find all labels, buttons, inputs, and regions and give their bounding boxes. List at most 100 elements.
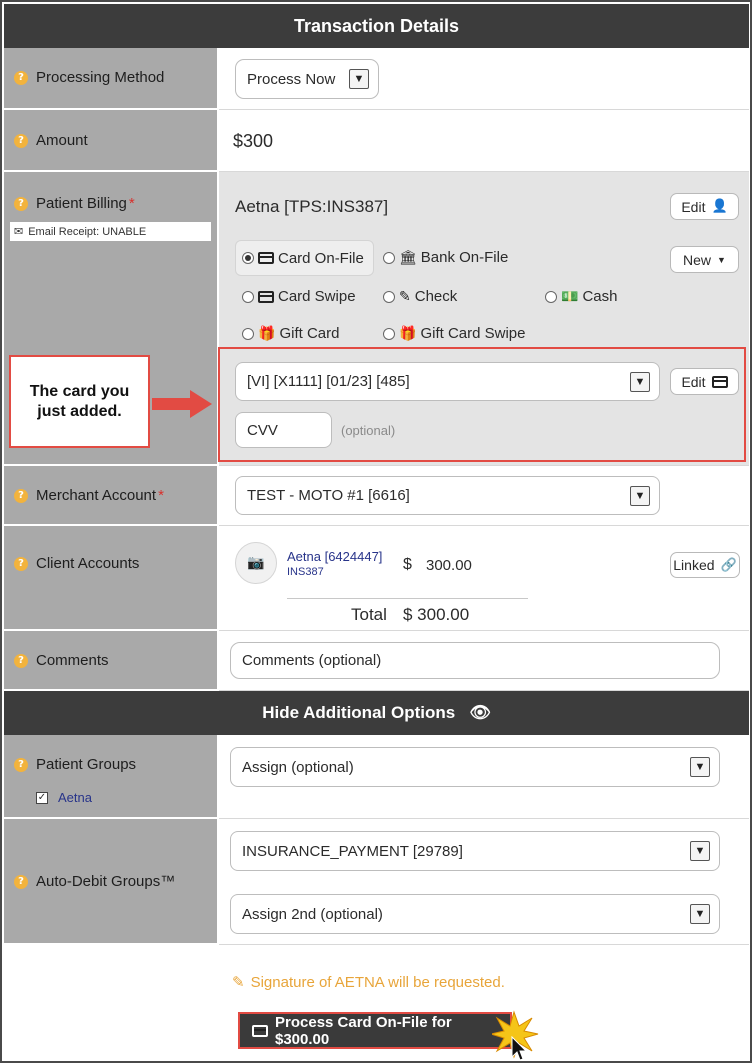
- page-title: Transaction Details: [293, 15, 460, 36]
- process-card-label: Process Card On-File for $300.00: [275, 1013, 452, 1048]
- client-accounts-label: Client Accounts: [36, 555, 140, 572]
- processing-method-label-cell: ? Processing Method: [4, 48, 217, 110]
- option-bank-on-file[interactable]: 🏛 Bank On-File: [383, 249, 508, 266]
- amount-value: $300: [233, 131, 274, 151]
- hide-additional-options-toggle[interactable]: Hide Additional Options 👁: [4, 691, 749, 735]
- patient-groups-value-cell: Assign (optional) ▼: [219, 735, 749, 819]
- user-icon: 👤: [711, 199, 728, 214]
- radio-gift-card-swipe[interactable]: [383, 327, 395, 340]
- annotation-callout: The card you just added.: [9, 355, 150, 448]
- chevron-down-icon[interactable]: ▼: [690, 841, 710, 861]
- total-label: Total: [351, 605, 387, 624]
- processing-method-label: Processing Method: [36, 69, 165, 86]
- email-receipt-text: Email Receipt: UNABLE: [28, 225, 147, 238]
- processing-method-select[interactable]: Process Now ▼: [235, 59, 379, 99]
- signature-note-text: Signature of AETNA will be requested.: [250, 973, 505, 991]
- new-billing-button[interactable]: New ▼: [670, 246, 739, 273]
- group-checkbox[interactable]: ✓: [36, 791, 48, 804]
- help-icon[interactable]: ?: [14, 653, 28, 668]
- option-gift-card[interactable]: 🎁 Gift Card: [242, 325, 339, 342]
- link-icon: 🔗: [720, 557, 737, 573]
- help-icon[interactable]: ?: [14, 874, 28, 889]
- auto-debit-primary-select[interactable]: INSURANCE_PAYMENT [29789] ▼: [230, 831, 720, 871]
- linked-button[interactable]: Linked 🔗: [670, 552, 740, 578]
- total-value: $ 300.00: [403, 605, 470, 624]
- option-gift-card-swipe[interactable]: 🎁 Gift Card Swipe: [383, 325, 525, 342]
- eye-icon[interactable]: 👁: [469, 703, 491, 723]
- hide-additional-options-label: Hide Additional Options: [262, 703, 456, 722]
- processing-method-value-cell: Process Now ▼: [219, 48, 749, 110]
- chevron-down-icon[interactable]: ▼: [690, 757, 710, 777]
- signature-note: ✎ Signature of AETNA will be requested.: [232, 973, 505, 991]
- email-receipt-badge: ✉ Email Receipt: UNABLE: [10, 222, 211, 241]
- option-cash-label: Cash: [582, 288, 618, 305]
- help-icon[interactable]: ?: [14, 196, 28, 211]
- auto-debit-secondary-select[interactable]: Assign 2nd (optional) ▼: [230, 894, 720, 934]
- patient-billing-label: Patient Billing: [36, 195, 127, 212]
- total-divider: [287, 598, 528, 599]
- client-account-amount: 300.00: [426, 557, 472, 574]
- client-account-link[interactable]: Aetna [6424447]: [287, 549, 382, 564]
- edit-billing-button[interactable]: Edit 👤: [670, 193, 739, 220]
- arrow-right-icon: [190, 390, 212, 418]
- radio-cash[interactable]: [545, 290, 557, 303]
- client-accounts-value-cell: [219, 526, 749, 631]
- merchant-account-label-cell: ? Merchant Account *: [4, 466, 217, 526]
- patient-groups-select[interactable]: Assign (optional) ▼: [230, 747, 720, 787]
- patient-groups-label: Patient Groups: [36, 756, 137, 773]
- client-accounts-label-cell: ? Client Accounts: [4, 526, 217, 631]
- transaction-details-header: Transaction Details: [4, 4, 749, 48]
- process-card-button[interactable]: Process Card On-File for $300.00: [238, 1012, 512, 1049]
- chevron-down-icon[interactable]: ▼: [690, 904, 710, 924]
- auto-debit-groups-value-cell: INSURANCE_PAYMENT [29789] ▼ Assign 2nd (…: [219, 819, 749, 945]
- option-card-swipe[interactable]: Card Swipe: [242, 288, 356, 305]
- radio-gift-card[interactable]: [242, 327, 254, 340]
- transaction-details-panel: Transaction Details ? Processing Method …: [0, 0, 752, 1063]
- radio-check[interactable]: [383, 290, 395, 303]
- help-icon[interactable]: ?: [14, 488, 28, 503]
- help-icon[interactable]: ?: [14, 133, 28, 148]
- option-gift-card-swipe-label: Gift Card Swipe: [420, 325, 526, 342]
- linked-label: Linked: [673, 557, 715, 573]
- auto-debit-primary-value: INSURANCE_PAYMENT [29789]: [242, 842, 463, 860]
- gift-icon: 🎁: [399, 325, 417, 342]
- radio-card-swipe[interactable]: [242, 290, 254, 303]
- comments-value-cell: Comments (optional): [219, 631, 749, 691]
- option-check-label: Check: [414, 288, 458, 305]
- pencil-icon: ✎: [232, 973, 245, 991]
- merchant-account-value: TEST - MOTO #1 [6616]: [247, 487, 410, 504]
- card-highlight-box: [218, 347, 746, 462]
- credit-card-icon: [252, 1024, 268, 1037]
- help-icon[interactable]: ?: [14, 556, 28, 571]
- money-icon: 💵: [561, 288, 579, 305]
- merchant-account-select[interactable]: TEST - MOTO #1 [6616] ▼: [235, 476, 660, 515]
- comments-label-cell: ? Comments: [4, 631, 217, 691]
- amount-label-cell: ? Amount: [4, 110, 217, 172]
- option-cash[interactable]: 💵 Cash: [545, 288, 617, 305]
- merchant-account-label: Merchant Account: [36, 487, 157, 504]
- help-icon[interactable]: ?: [14, 70, 28, 85]
- required-asterisk: *: [128, 195, 135, 212]
- comments-input[interactable]: Comments (optional): [230, 642, 720, 679]
- merchant-account-value-cell: TEST - MOTO #1 [6616] ▼: [219, 466, 749, 526]
- patient-groups-value: Assign (optional): [242, 758, 354, 776]
- chevron-down-icon[interactable]: ▼: [630, 485, 650, 506]
- required-asterisk: *: [158, 487, 164, 504]
- patient-groups-label-cell: ? Patient Groups ✓ Aetna: [4, 735, 217, 819]
- option-bank-on-file-label: Bank On-File: [420, 249, 509, 266]
- patient-group-item[interactable]: ✓ Aetna: [36, 790, 92, 805]
- chevron-down-icon[interactable]: ▼: [349, 69, 369, 89]
- option-check[interactable]: ✎ Check: [383, 288, 457, 305]
- credit-card-icon: [258, 252, 274, 264]
- gift-icon: 🎁: [258, 325, 276, 342]
- new-billing-label: New: [683, 251, 712, 268]
- option-card-swipe-label: Card Swipe: [278, 288, 356, 305]
- option-card-on-file[interactable]: Card On-File: [235, 240, 374, 276]
- radio-bank-on-file[interactable]: [383, 251, 395, 264]
- radio-card-on-file[interactable]: [242, 252, 254, 264]
- caret-down-icon: ▼: [717, 254, 726, 265]
- edit-billing-label: Edit: [681, 198, 706, 215]
- help-icon[interactable]: ?: [14, 757, 28, 772]
- patient-group-name: Aetna: [58, 790, 92, 805]
- client-account-sub: INS387: [287, 566, 324, 578]
